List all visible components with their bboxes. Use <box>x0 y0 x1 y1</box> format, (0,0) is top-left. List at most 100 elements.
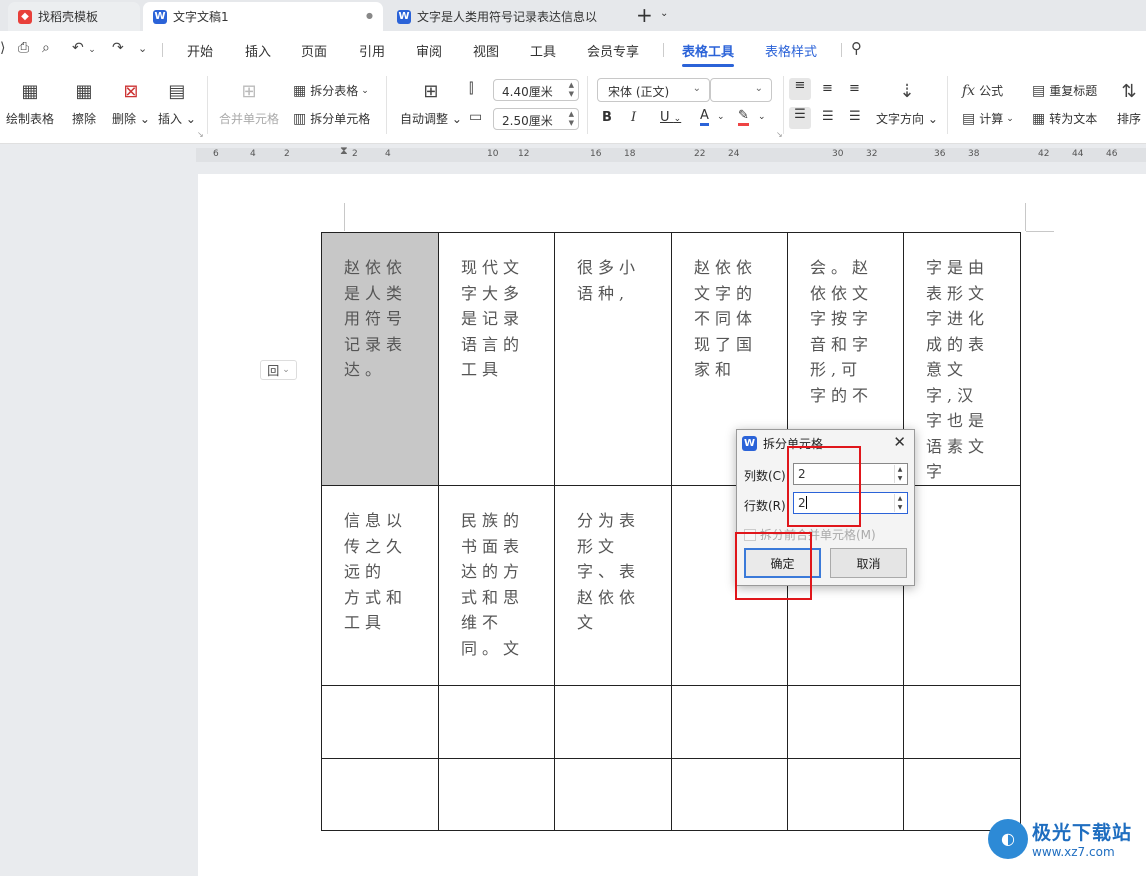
menu-table-style[interactable]: 表格样式 <box>765 41 817 60</box>
bold-button[interactable]: B <box>602 110 612 125</box>
table-cell[interactable] <box>903 485 1021 686</box>
draw-table-icon: ▦ <box>21 80 39 102</box>
cancel-button[interactable]: 取消 <box>830 548 907 578</box>
table-handle[interactable]: 回 ⌄ <box>260 360 297 380</box>
chevron-down-icon[interactable]: ⌄ <box>717 112 725 122</box>
column-width-value: 4.40厘米 <box>502 85 553 99</box>
chevron-down-icon[interactable]: ⌄ <box>758 112 766 122</box>
menu-home[interactable]: 开始 <box>187 41 213 60</box>
save-icon[interactable]: ⟩ <box>0 40 5 56</box>
tab-label: 文字文稿1 <box>173 10 229 24</box>
table-cell[interactable] <box>554 758 672 831</box>
split-table-button[interactable]: ▦ 拆分表格 ⌄ <box>293 82 369 99</box>
menu-member[interactable]: 会员专享 <box>587 41 639 60</box>
auto-fit-button[interactable]: ⊞ 自动调整 ⌄ <box>400 78 462 127</box>
redo-icon[interactable]: ↷ <box>112 40 124 56</box>
group-expand-icon[interactable]: ↘ <box>197 130 204 139</box>
more-chevron-icon[interactable]: ⌄ <box>138 42 147 55</box>
italic-button[interactable]: I <box>631 110 636 125</box>
menu-insert[interactable]: 插入 <box>245 41 271 60</box>
highlight-icon[interactable]: ✎ <box>738 109 749 126</box>
font-size-select[interactable]: ⌄ <box>710 78 772 102</box>
menu-page[interactable]: 页面 <box>301 41 327 60</box>
unsaved-dot-icon[interactable]: ● <box>366 11 373 20</box>
ruler-tick: 32 <box>866 149 878 159</box>
sort-icon: ⇅ <box>1121 80 1137 102</box>
menu-references[interactable]: 引用 <box>359 41 385 60</box>
print-icon[interactable]: ⎙ <box>18 40 29 56</box>
horizontal-ruler[interactable]: 6 4 2 2 4 10 12 16 18 22 24 30 32 36 38 … <box>196 144 1146 162</box>
delete-table-icon: ⊠ <box>123 80 139 102</box>
draw-table-button[interactable]: ▦ 绘制表格 <box>6 78 54 127</box>
table-cell[interactable]: 信息以传之久远的 方式和工具 <box>321 485 439 686</box>
formula-button[interactable]: fx 公式 <box>962 82 1003 99</box>
ruler-tick: 24 <box>728 149 740 159</box>
table-cell[interactable]: 字是由表形文字进化成的表意文字,汉字也是语素文字 <box>903 232 1021 486</box>
align-middle-right-icon[interactable]: ☰ <box>849 109 861 124</box>
calculate-button[interactable]: ▤ 计算 ⌄ <box>962 110 1014 127</box>
align-top-left-icon[interactable]: ≡ <box>789 78 811 100</box>
table-cell[interactable]: 分为表形文字、表赵依依文 <box>554 485 672 686</box>
group-expand-icon[interactable]: ↘ <box>776 130 783 139</box>
tab-document-1[interactable]: W 文字文稿1 ● <box>143 2 383 31</box>
table-cell[interactable]: 很多小语种, <box>554 232 672 486</box>
text-direction-button[interactable]: ⇣ 文字方向 ⌄ <box>876 78 938 127</box>
table-cell[interactable] <box>787 758 904 831</box>
sort-button[interactable]: ⇅ 排序 <box>1116 78 1142 127</box>
insert-button[interactable]: ▤ 插入 ⌄ <box>158 78 196 127</box>
table-cell[interactable] <box>554 685 672 759</box>
table-cell[interactable]: 赵依依是人类用符号记录表达。 <box>321 232 439 486</box>
undo-icon[interactable]: ↶ ⌄ <box>72 40 96 56</box>
table-cell[interactable] <box>321 758 439 831</box>
document-table[interactable]: 赵依依是人类用符号记录表达。 现代文字大多是记录语言的工具 很多小语种, 赵依依… <box>321 232 1021 831</box>
align-middle-left-icon[interactable]: ☰ <box>789 107 811 129</box>
table-cell[interactable] <box>438 685 555 759</box>
tab-docer[interactable]: ◆ 找稻壳模板 <box>8 2 140 31</box>
split-cells-icon: ▥ <box>293 110 307 127</box>
table-cell[interactable] <box>438 758 555 831</box>
row-height-input[interactable]: 2.50厘米 ▲ ▼ <box>493 108 579 130</box>
insert-table-icon: ▤ <box>168 80 186 102</box>
search-icon[interactable]: ⚲ <box>851 39 862 57</box>
menu-tools[interactable]: 工具 <box>530 41 556 60</box>
font-family-select[interactable]: 宋体 (正文) ⌄ <box>597 78 710 102</box>
spinner-icon[interactable]: ▲ ▼ <box>569 81 574 99</box>
table-cell[interactable]: 民族的书面表达的方式和思维不同。文 <box>438 485 555 686</box>
spinner-icon[interactable]: ▲ ▼ <box>894 494 905 512</box>
table-cell[interactable] <box>321 685 439 759</box>
tab-list-chevron-icon[interactable]: ⌄ <box>660 8 668 19</box>
watermark: ◐ 极光下载站 www.xz7.com <box>988 818 1132 859</box>
underline-button[interactable]: U ⌄ <box>660 110 681 125</box>
ruler-tick: 6 <box>213 149 219 159</box>
close-icon[interactable]: ✕ <box>893 433 906 451</box>
delete-button[interactable]: ⊠ 删除 ⌄ <box>112 78 150 127</box>
menu-view[interactable]: 视图 <box>473 41 499 60</box>
table-cell[interactable] <box>671 685 788 759</box>
convert-to-text-button[interactable]: ▦ 转为文本 <box>1032 110 1097 127</box>
tab-document-2[interactable]: W 文字是人类用符号记录表达信息以 <box>387 2 627 31</box>
repeat-header-button[interactable]: ▤ 重复标题 <box>1032 82 1097 99</box>
table-cell[interactable]: 现代文字大多是记录语言的工具 <box>438 232 555 486</box>
split-cells-button[interactable]: ▥ 拆分单元格 <box>293 110 370 127</box>
table-cell[interactable] <box>787 685 904 759</box>
menu-table-tools[interactable]: 表格工具 <box>682 41 734 60</box>
column-width-input[interactable]: 4.40厘米 ▲ ▼ <box>493 79 579 101</box>
auto-fit-icon: ⊞ <box>423 80 439 102</box>
align-top-right-icon[interactable]: ≡ <box>849 81 860 96</box>
split-table-label: 拆分表格 <box>310 84 359 98</box>
print-preview-icon[interactable]: ⌕ <box>42 40 50 56</box>
ruler-tick: 4 <box>385 149 391 159</box>
erase-button[interactable]: ▦ 擦除 <box>71 78 97 127</box>
table-cell[interactable] <box>903 685 1021 759</box>
indent-marker-icon[interactable]: ⧗ <box>340 144 348 158</box>
table-cell[interactable] <box>671 758 788 831</box>
align-top-center-icon[interactable]: ≡ <box>822 81 833 96</box>
spinner-icon[interactable]: ▲ ▼ <box>894 465 905 483</box>
new-tab-icon[interactable]: + <box>636 3 653 27</box>
menu-review[interactable]: 审阅 <box>416 41 442 60</box>
merge-cells-button[interactable]: ⊞ 合并单元格 <box>219 78 279 127</box>
spinner-icon[interactable]: ▲ ▼ <box>569 110 574 128</box>
font-color-icon[interactable]: A <box>700 109 709 126</box>
watermark-name: 极光下载站 <box>1032 822 1133 844</box>
align-middle-center-icon[interactable]: ☰ <box>822 109 834 124</box>
